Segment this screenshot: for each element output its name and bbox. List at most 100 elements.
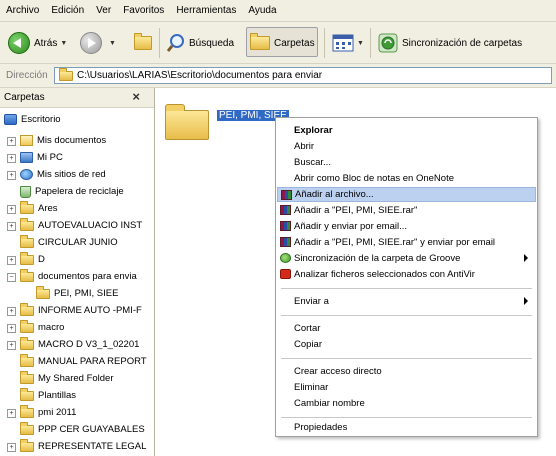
expand-icon[interactable]: + (7, 409, 16, 418)
menu-item-antivir[interactable]: Analizar ficheros seleccionados con Anti… (277, 267, 536, 282)
views-icon (332, 34, 354, 52)
menu-item-cortar[interactable]: Cortar (277, 321, 536, 336)
sync-folders-button[interactable]: Sincronización de carpetas (378, 22, 522, 64)
recycle-bin-icon (20, 185, 31, 198)
folder-icon (20, 370, 34, 384)
menu-separator (281, 417, 532, 418)
views-dropdown-icon[interactable]: ▼ (357, 40, 364, 47)
tree-item-informe-auto[interactable]: INFORME AUTO -PMI-F (20, 302, 142, 318)
menu-ayuda[interactable]: Ayuda (242, 5, 282, 16)
folder-icon (59, 67, 73, 81)
menu-separator (281, 288, 532, 289)
toolbar: Atrás ▼ ▼ Búsqueda Carpetas ▼ Sincroniza… (0, 22, 556, 64)
groove-sync-icon (378, 33, 398, 53)
menu-bar: Archivo Edición Ver Favoritos Herramient… (0, 0, 556, 22)
tree-item-d[interactable]: D (20, 251, 45, 267)
collapse-icon[interactable]: − (7, 273, 16, 282)
menu-item-eliminar[interactable]: Eliminar (277, 380, 536, 395)
menu-item-anadir-rar-email[interactable]: Añadir a "PEI, PMI, SIEE.rar" y enviar p… (277, 235, 536, 250)
forward-dropdown-icon[interactable]: ▼ (109, 40, 116, 47)
expand-icon[interactable]: + (7, 443, 16, 452)
tree-item-representate-legal[interactable]: REPRESENTATE LEGAL (20, 438, 146, 454)
folders-button[interactable]: Carpetas (250, 22, 315, 64)
forward-arrow-icon (80, 32, 102, 54)
expand-icon[interactable]: + (7, 205, 16, 214)
desktop-icon (4, 114, 17, 125)
tree-item-ppp-cer-guayabales[interactable]: PPP CER GUAYABALES (20, 421, 145, 437)
views-button[interactable]: ▼ (332, 22, 364, 64)
back-dropdown-icon[interactable]: ▼ (60, 40, 67, 47)
menu-item-buscar[interactable]: Buscar... (277, 155, 536, 170)
tree-item-mis-documentos[interactable]: Mis documentos (20, 133, 106, 148)
menu-ver[interactable]: Ver (90, 5, 117, 16)
folder-icon (20, 387, 34, 401)
tree-item-macro-d[interactable]: MACRO D V3_1_02201 (20, 336, 139, 352)
tree-item-plantillas[interactable]: Plantillas (20, 387, 76, 403)
expand-icon[interactable]: + (7, 154, 16, 163)
tree-item-my-shared-folder[interactable]: My Shared Folder (20, 370, 114, 386)
folder-icon (20, 251, 34, 265)
toolbar-separator (370, 28, 371, 58)
expand-icon[interactable]: + (7, 341, 16, 350)
tree-item-pmi-2011[interactable]: pmi 2011 (20, 404, 76, 420)
up-folder-button[interactable] (134, 22, 152, 64)
menu-separator (281, 358, 532, 359)
menu-item-anadir-email[interactable]: Añadir y enviar por email... (277, 219, 536, 234)
toolbar-separator (159, 28, 160, 58)
menu-item-abrir-onenote[interactable]: Abrir como Bloc de notas en OneNote (277, 171, 536, 186)
menu-item-abrir[interactable]: Abrir (277, 139, 536, 154)
tree-item-papelera[interactable]: Papelera de reciclaje (20, 184, 124, 199)
menu-favoritos[interactable]: Favoritos (117, 5, 170, 16)
folders-pane-title: Carpetas (4, 92, 45, 103)
tree-item-pei-pmi-siee[interactable]: PEI, PMI, SIEE (36, 285, 118, 301)
tree-item-mis-sitios-de-red[interactable]: Mis sitios de red (20, 167, 106, 182)
tree-item-circular-junio[interactable]: CIRCULAR JUNIO (20, 234, 118, 250)
expand-icon[interactable]: + (7, 256, 16, 265)
address-bar: Dirección C:\Usuarios\LARIAS\Escritorio\… (0, 64, 556, 88)
menu-separator (281, 315, 532, 316)
menu-item-explorar[interactable]: Explorar (277, 123, 536, 138)
up-folder-icon (134, 33, 152, 50)
menu-archivo[interactable]: Archivo (0, 5, 45, 16)
antivir-icon (280, 269, 291, 279)
tree-item-escritorio[interactable]: Escritorio (4, 112, 61, 127)
address-input[interactable]: C:\Usuarios\LARIAS\Escritorio\documentos… (54, 67, 552, 84)
tree-item-macro[interactable]: macro (20, 319, 64, 335)
menu-item-crear-acceso-directo[interactable]: Crear acceso directo (277, 364, 536, 379)
folder-icon[interactable] (165, 104, 209, 140)
folder-icon (20, 302, 34, 316)
expand-icon[interactable]: + (7, 307, 16, 316)
menu-herramientas[interactable]: Herramientas (170, 5, 242, 16)
tree-item-autoevaluacio[interactable]: AUTOEVALUACIO INST (20, 217, 142, 233)
expand-icon[interactable]: + (7, 137, 16, 146)
menu-item-anadir-archivo[interactable]: Añadir al archivo... (277, 187, 536, 202)
close-icon[interactable]: × (132, 89, 140, 104)
folders-label: Carpetas (274, 37, 315, 49)
menu-edicion[interactable]: Edición (45, 5, 90, 16)
folder-icon (20, 404, 34, 418)
forward-button[interactable]: ▼ (80, 22, 116, 64)
expand-icon[interactable]: + (7, 171, 16, 180)
search-icon (166, 34, 184, 52)
address-path: C:\Usuarios\LARIAS\Escritorio\documentos… (77, 70, 323, 81)
tree-item-mi-pc[interactable]: Mi PC (20, 150, 63, 165)
menu-item-groove-sync[interactable]: Sincronización de la carpeta de Groove (277, 251, 536, 266)
winrar-icon (281, 190, 292, 200)
menu-item-enviar-a[interactable]: Enviar a (277, 294, 536, 309)
tree-item-ares[interactable]: Ares (20, 200, 58, 216)
expand-icon[interactable]: + (7, 222, 16, 231)
menu-item-copiar[interactable]: Copiar (277, 337, 536, 352)
folders-icon (250, 33, 270, 50)
tree-item-documentos-para-enviar[interactable]: documentos para envia (20, 268, 137, 284)
folder-icon (20, 268, 34, 282)
search-button[interactable]: Búsqueda (166, 22, 234, 64)
menu-item-cambiar-nombre[interactable]: Cambiar nombre (277, 396, 536, 411)
folder-icon (20, 421, 34, 435)
menu-item-anadir-rar[interactable]: Añadir a "PEI, PMI, SIEE.rar" (277, 203, 536, 218)
sync-label: Sincronización de carpetas (402, 37, 523, 49)
tree-item-manual-para-report[interactable]: MANUAL PARA REPORT (20, 353, 147, 369)
expand-icon[interactable]: + (7, 324, 16, 333)
menu-item-propiedades[interactable]: Propiedades (277, 420, 536, 435)
context-menu: Explorar Abrir Buscar... Abrir como Bloc… (275, 117, 538, 437)
back-button[interactable]: Atrás ▼ (8, 22, 67, 64)
